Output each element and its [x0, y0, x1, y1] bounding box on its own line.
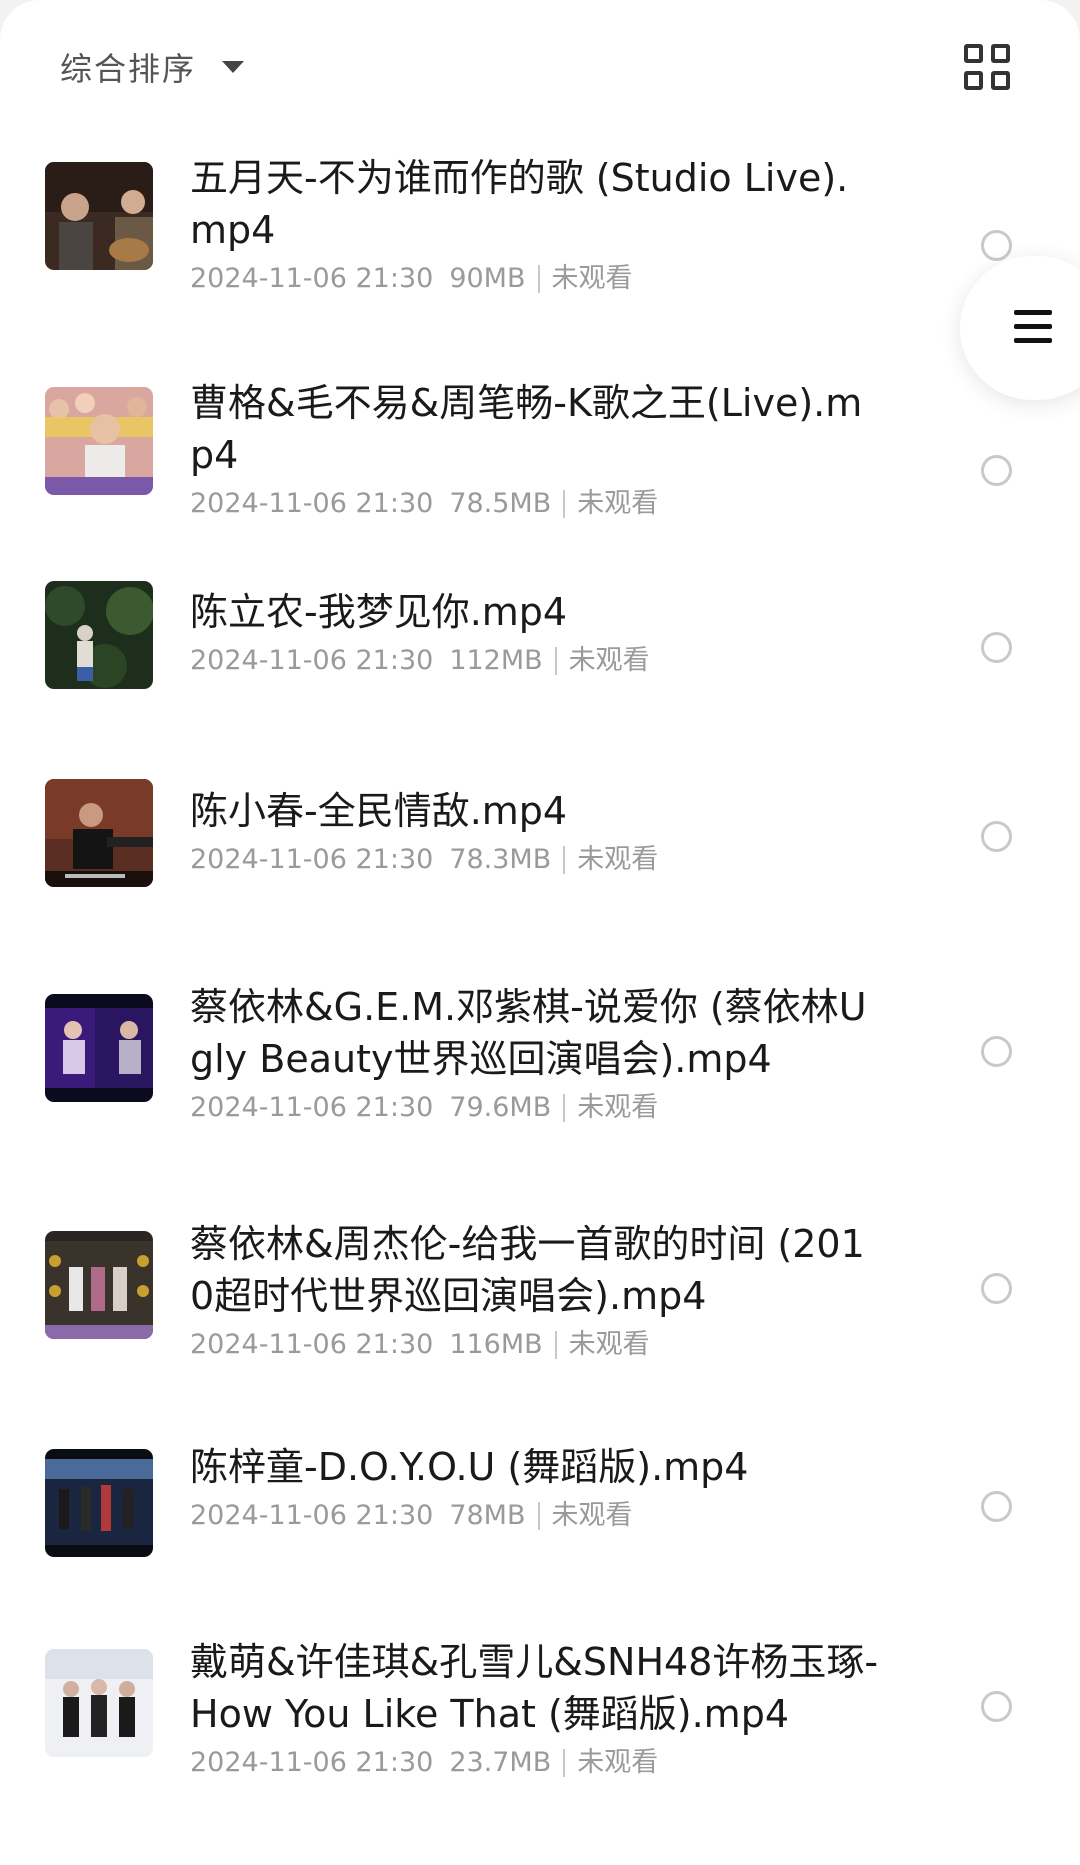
- watch-status: 未观看: [577, 844, 659, 875]
- video-size: 116MB: [449, 1329, 543, 1360]
- video-size: 79.6MB: [449, 1092, 552, 1123]
- meta-divider: [563, 1749, 566, 1777]
- video-thumbnail: [45, 387, 153, 495]
- video-meta: 2024-11-06 21:30 112MB 未观看: [190, 644, 880, 678]
- sort-label: 综合排序: [60, 50, 197, 88]
- video-size: 78.5MB: [449, 488, 552, 519]
- meta-divider: [537, 1502, 540, 1530]
- video-title: 曹格&毛不易&周笔畅-K歌之王(Live).mp4: [190, 381, 863, 477]
- watch-status: 未观看: [577, 1747, 659, 1778]
- video-meta: 2024-11-06 21:30 90MB 未观看: [190, 262, 880, 296]
- select-radio[interactable]: [981, 230, 1012, 261]
- watch-status: 未观看: [568, 645, 650, 676]
- select-radio[interactable]: [981, 1036, 1012, 1067]
- video-title: 蔡依林&G.E.M.邓紫棋-说爱你 (蔡依林Ugly Beauty世界巡回演唱会…: [190, 985, 867, 1081]
- video-date: 2024-11-06 21:30: [190, 1329, 434, 1360]
- caret-down-icon: [222, 61, 245, 73]
- select-radio[interactable]: [981, 455, 1012, 486]
- watch-status: 未观看: [551, 1500, 633, 1531]
- video-title: 陈立农-我梦见你.mp4: [190, 590, 568, 634]
- video-date: 2024-11-06 21:30: [190, 488, 434, 519]
- video-meta: 2024-11-06 21:30 116MB 未观看: [190, 1328, 880, 1362]
- meta-divider: [563, 490, 566, 518]
- watch-status: 未观看: [551, 263, 633, 294]
- meta-divider: [554, 647, 557, 675]
- video-thumbnail: [45, 779, 153, 887]
- select-radio[interactable]: [981, 1273, 1012, 1304]
- video-title: 陈梓童-D.O.Y.O.U (舞蹈版).mp4: [190, 1445, 749, 1489]
- video-meta: 2024-11-06 21:30 78.3MB 未观看: [190, 843, 880, 877]
- video-thumbnail: [45, 581, 153, 689]
- video-date: 2024-11-06 21:30: [190, 263, 434, 294]
- video-title: 戴萌&许佳琪&孔雪儿&SNH48许杨玉琢-How You Like That (…: [190, 1640, 879, 1736]
- video-meta: 2024-11-06 21:30 23.7MB 未观看: [190, 1746, 880, 1780]
- video-meta: 2024-11-06 21:30 78MB 未观看: [190, 1499, 880, 1533]
- video-thumbnail: [45, 994, 153, 1102]
- select-radio[interactable]: [981, 632, 1012, 663]
- video-thumbnail: [45, 162, 153, 270]
- watch-status: 未观看: [577, 488, 659, 519]
- select-radio[interactable]: [981, 1691, 1012, 1722]
- watch-status: 未观看: [568, 1329, 650, 1360]
- list-toolbar: 综合排序: [0, 0, 1080, 130]
- file-list-sheet: 综合排序 五月天-不为谁而作的歌 (Studio Live).mp4 2024-…: [0, 0, 1080, 1865]
- video-title: 五月天-不为谁而作的歌 (Studio Live).mp4: [190, 156, 849, 252]
- video-thumbnail: [45, 1649, 153, 1757]
- video-date: 2024-11-06 21:30: [190, 1092, 434, 1123]
- meta-divider: [563, 846, 566, 874]
- video-date: 2024-11-06 21:30: [190, 645, 434, 676]
- video-thumbnail: [45, 1231, 153, 1339]
- video-size: 90MB: [449, 263, 526, 294]
- video-size: 23.7MB: [449, 1747, 552, 1778]
- video-size: 78.3MB: [449, 844, 552, 875]
- video-title: 蔡依林&周杰伦-给我一首歌的时间 (2010超时代世界巡回演唱会).mp4: [190, 1222, 865, 1318]
- menu-lines-icon: [1014, 310, 1052, 352]
- video-meta: 2024-11-06 21:30 79.6MB 未观看: [190, 1091, 880, 1125]
- video-date: 2024-11-06 21:30: [190, 844, 434, 875]
- watch-status: 未观看: [577, 1092, 659, 1123]
- sort-dropdown[interactable]: 综合排序: [60, 44, 245, 90]
- meta-divider: [537, 265, 540, 293]
- meta-divider: [563, 1094, 566, 1122]
- video-meta: 2024-11-06 21:30 78.5MB 未观看: [190, 487, 880, 521]
- meta-divider: [554, 1331, 557, 1359]
- video-date: 2024-11-06 21:30: [190, 1500, 434, 1531]
- grid-view-icon[interactable]: [964, 44, 1010, 90]
- video-size: 112MB: [449, 645, 543, 676]
- floating-menu-button[interactable]: [960, 256, 1080, 400]
- video-thumbnail: [45, 1449, 153, 1557]
- select-radio[interactable]: [981, 821, 1012, 852]
- video-date: 2024-11-06 21:30: [190, 1747, 434, 1778]
- select-radio[interactable]: [981, 1491, 1012, 1522]
- video-size: 78MB: [449, 1500, 526, 1531]
- video-title: 陈小春-全民情敌.mp4: [190, 789, 568, 833]
